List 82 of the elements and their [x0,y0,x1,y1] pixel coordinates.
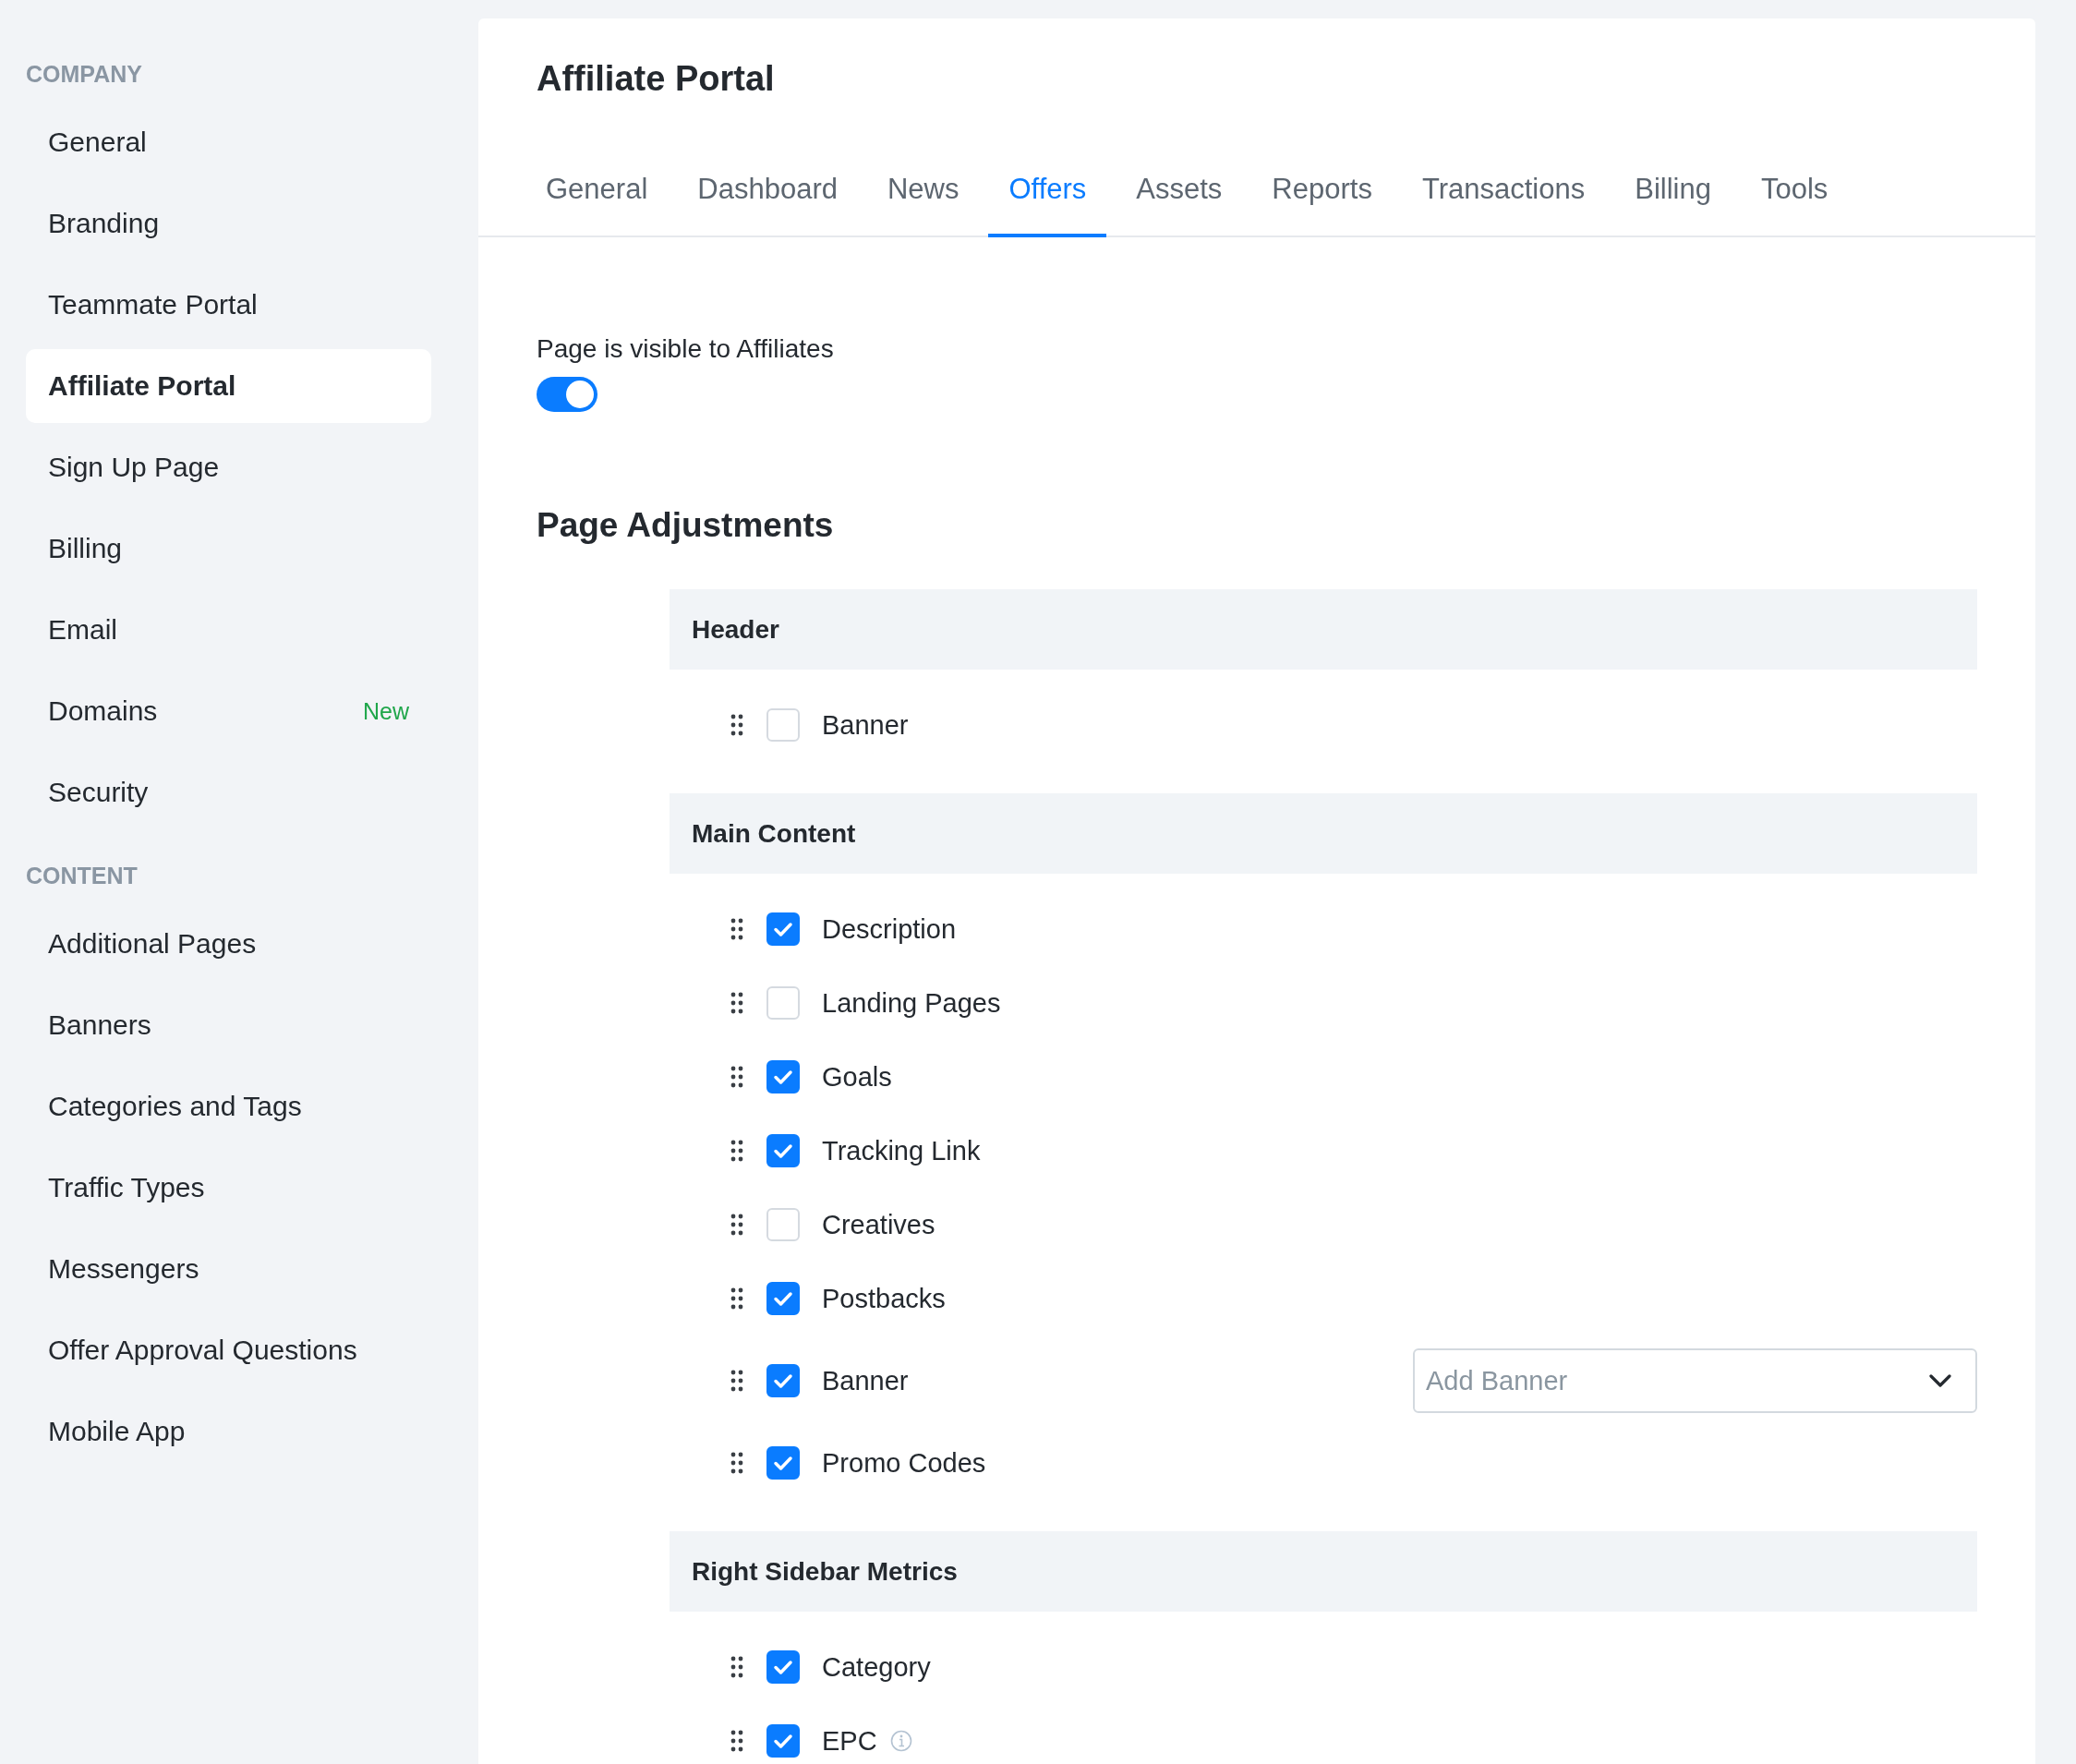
group-header: Right Sidebar Metrics [670,1531,1977,1612]
group-header: Header [670,589,1977,670]
sidebar-item-label: Additional Pages [48,928,257,960]
tab[interactable]: Billing [1614,165,1732,237]
checkbox[interactable] [766,1650,800,1684]
tab[interactable]: General [525,165,669,237]
drag-handle-icon[interactable] [730,1730,743,1752]
drag-handle-icon[interactable] [730,992,743,1014]
sidebar-item[interactable]: Messengers [26,1232,431,1306]
item-label: Description [822,913,957,945]
item-label: Promo Codes [822,1447,986,1479]
tab[interactable]: Dashboard [677,165,858,237]
sidebar-item-label: Mobile App [48,1416,186,1447]
sidebar-item-label: General [48,127,147,158]
checkbox[interactable] [766,1060,800,1093]
drag-handle-icon[interactable] [730,714,743,736]
item-label: Category [822,1651,931,1683]
sidebar-item-label: Security [48,777,149,808]
item-label: Banner [822,709,909,741]
sidebar-item[interactable]: Domains New [26,674,431,748]
section-heading: COMPANY [26,60,143,89]
drag-handle-icon[interactable] [730,1140,743,1162]
sidebar-item[interactable]: Banners [26,988,431,1062]
sidebar-item-label: Categories and Tags [48,1091,302,1122]
drag-handle-icon[interactable] [730,918,743,940]
drag-handle-icon[interactable] [730,1066,743,1088]
sidebar-item[interactable]: Categories and Tags [26,1069,431,1143]
drag-handle-icon[interactable] [730,1452,743,1474]
item-label: Creatives [822,1209,935,1240]
drag-handle-icon[interactable] [730,1287,743,1310]
group-header: Main Content [670,793,1977,874]
tab[interactable]: Transactions [1401,165,1606,237]
sidebar-item[interactable]: Sign Up Page [26,430,431,504]
sidebar-item[interactable]: Affiliate Portal [26,349,431,423]
tab[interactable]: News [866,165,980,237]
sidebar-item[interactable]: Offer Approval Questions [26,1313,431,1387]
checkbox[interactable] [766,1446,800,1480]
sidebar-item[interactable]: Teammate Portal [26,268,431,342]
sidebar-item[interactable]: Security [26,755,431,829]
item-label: Landing Pages [822,987,1001,1019]
checkbox[interactable] [766,1282,800,1315]
tab[interactable]: Reports [1251,165,1393,237]
visibility-toggle[interactable] [537,377,597,412]
item-label: Banner [822,1365,909,1396]
tab[interactable]: Offers [988,165,1107,237]
sidebar-item-label: Email [48,614,117,646]
sidebar-item[interactable]: Additional Pages [26,907,431,981]
drag-handle-icon[interactable] [730,1370,743,1392]
tab[interactable]: Tools [1740,165,1849,237]
item-label: Goals [822,1061,892,1093]
sidebar-item-label: Sign Up Page [48,452,220,483]
checkbox[interactable] [766,1134,800,1167]
item-label: Postbacks [822,1283,946,1314]
section-heading: CONTENT [26,862,139,890]
sidebar-item[interactable]: General [26,105,431,179]
item-label: EPC [822,1725,877,1757]
sidebar-item[interactable]: Billing [26,512,431,586]
drag-handle-icon[interactable] [730,1656,743,1678]
checkbox[interactable] [766,1724,800,1758]
page-title: Affiliate Portal [537,59,775,99]
sidebar-item-label: Offer Approval Questions [48,1335,357,1366]
sidebar-item-label: Branding [48,208,160,239]
new-label: New [363,697,409,725]
sidebar-item-label: Affiliate Portal [48,370,236,402]
visibility-label: Page is visible to Affiliates [537,334,834,364]
sidebar-item-label: Domains [48,695,158,727]
sidebar-item[interactable]: Branding [26,187,431,260]
section-title: Page Adjustments [537,506,834,545]
checkbox[interactable] [766,1364,800,1397]
sidebar-item-label: Traffic Types [48,1172,205,1203]
drag-handle-icon[interactable] [730,1214,743,1236]
sidebar-item-label: Teammate Portal [48,289,258,320]
tab[interactable]: Assets [1116,165,1243,237]
sidebar-item-label: Banners [48,1009,151,1041]
sidebar-item[interactable]: Traffic Types [26,1151,431,1225]
item-label: Tracking Link [822,1135,981,1166]
chevron-down-icon [1929,1374,1951,1387]
checkbox[interactable] [766,912,800,946]
sidebar-item-label: Billing [48,533,123,564]
sidebar-item-label: Messengers [48,1253,199,1285]
sidebar-item[interactable]: Email [26,593,431,667]
sidebar-item[interactable]: Mobile App [26,1395,431,1468]
